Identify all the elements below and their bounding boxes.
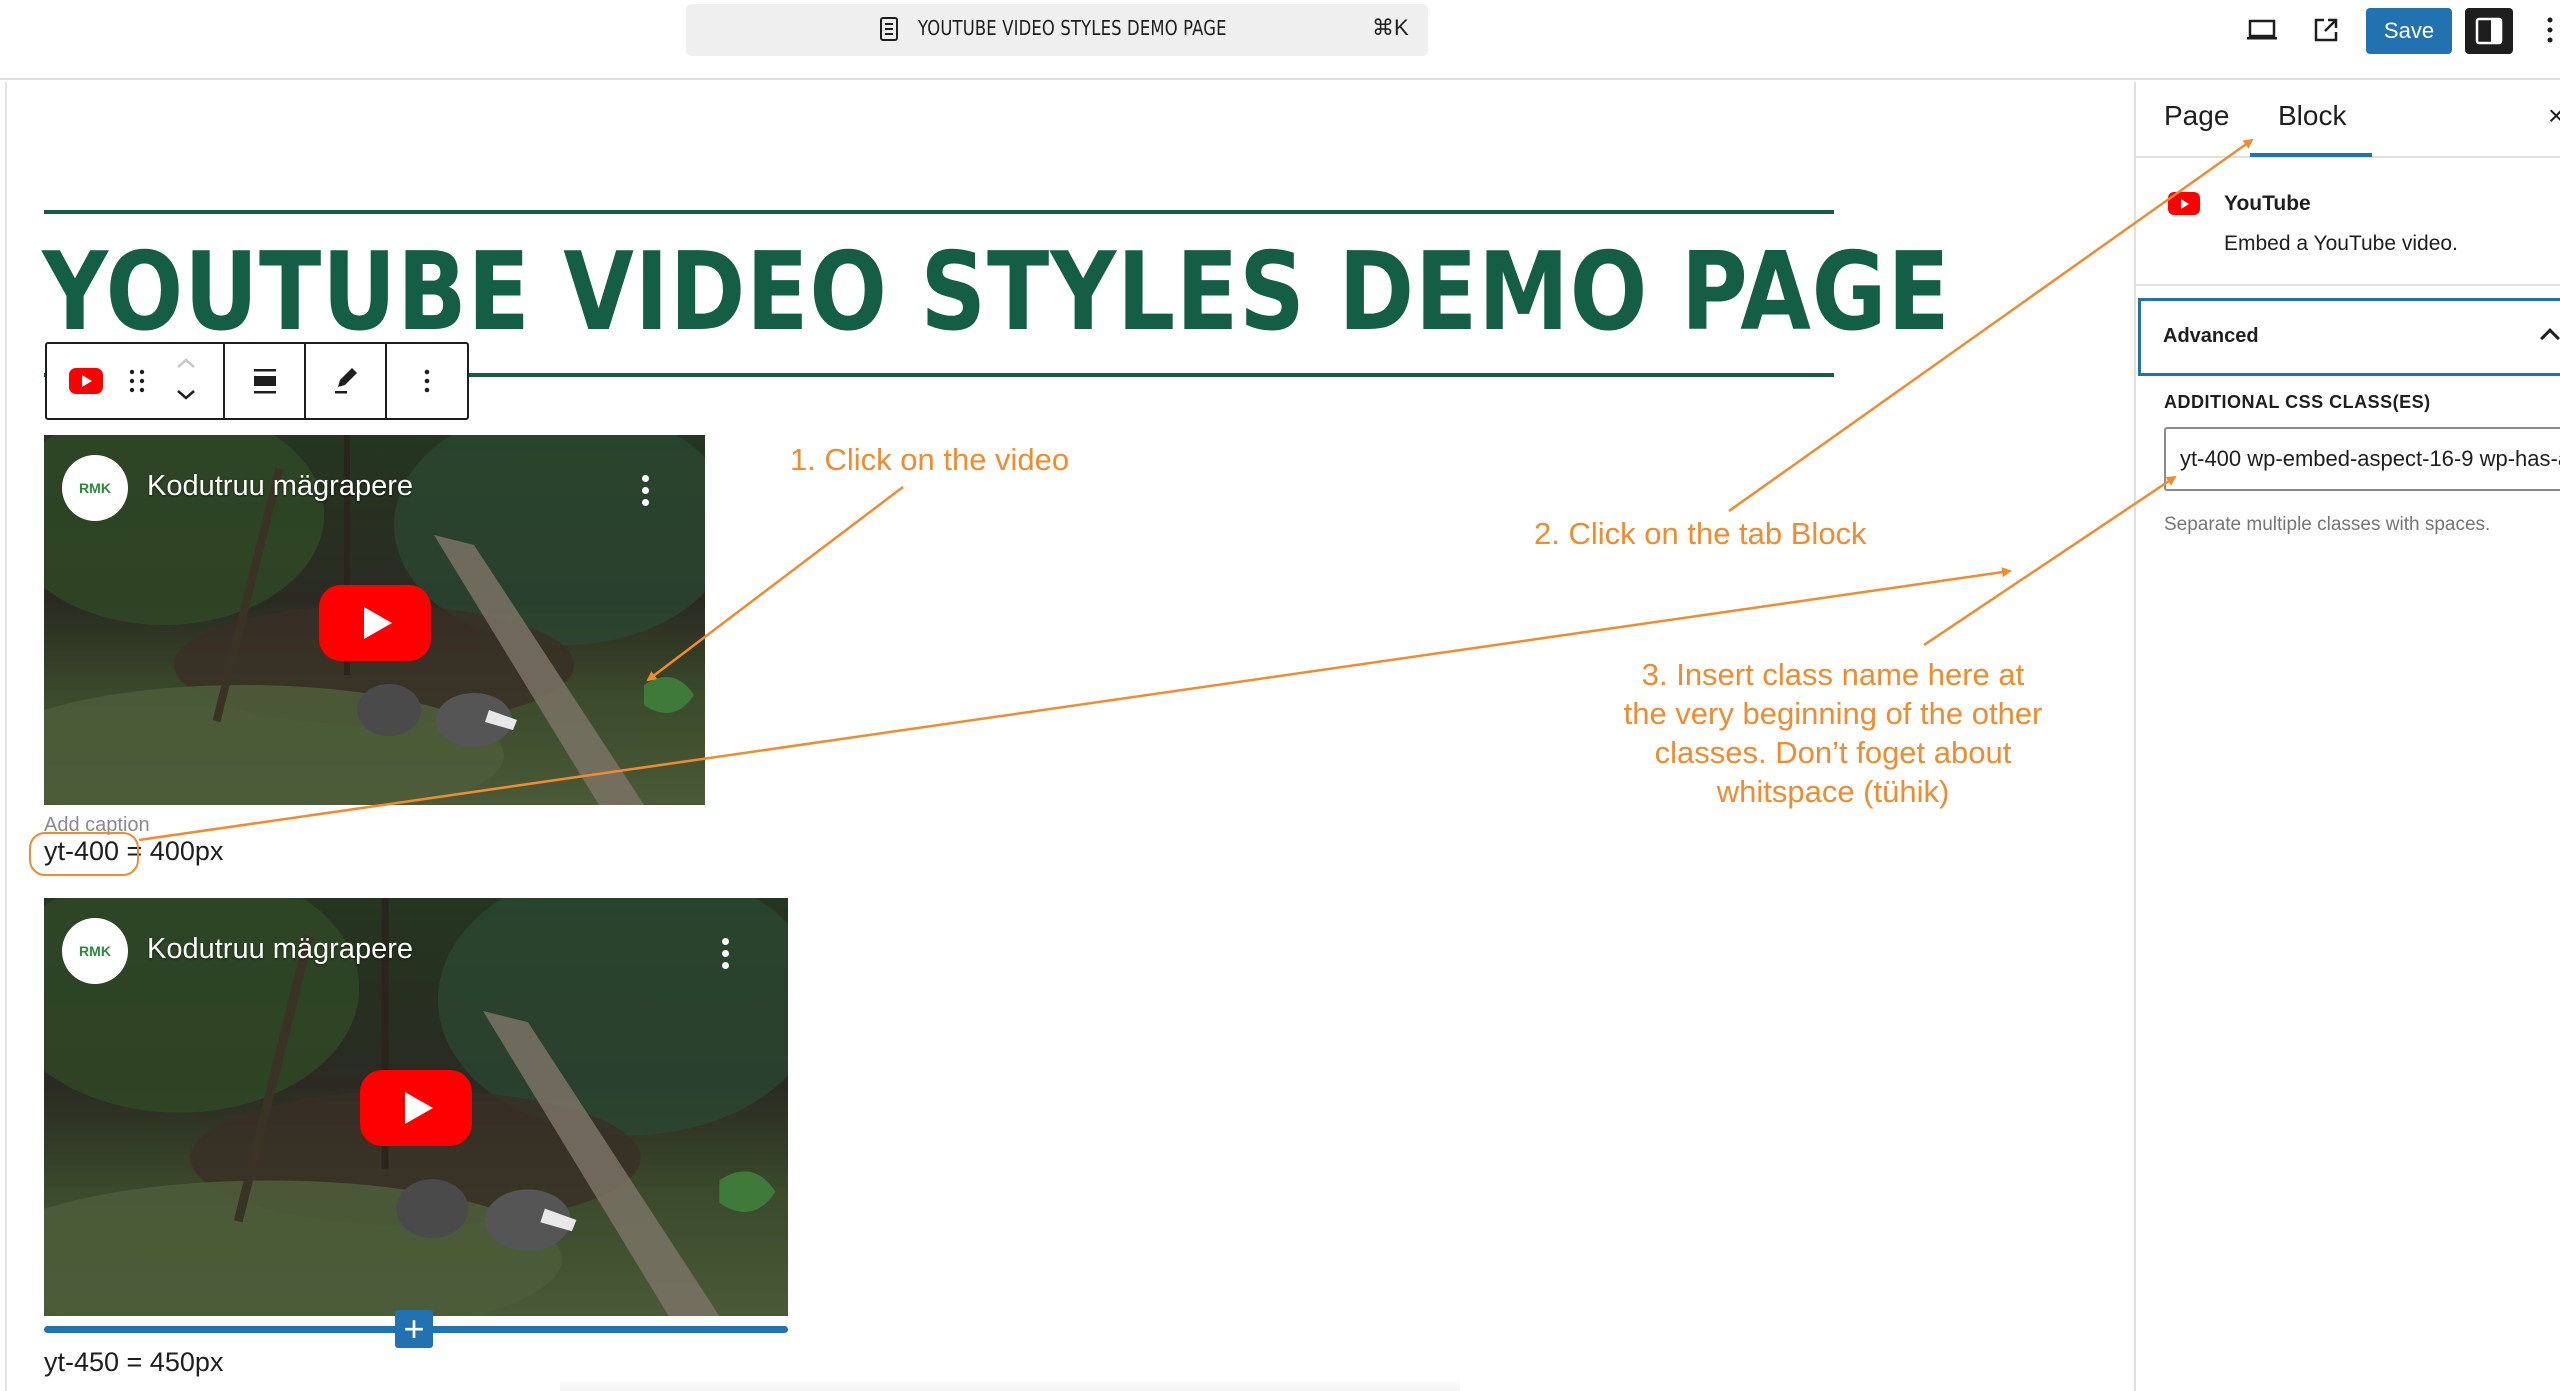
save-button[interactable]: Save [2366, 8, 2452, 54]
css-classes-input[interactable] [2164, 427, 2560, 491]
annotation-highlight-circle [29, 832, 139, 876]
page-title[interactable]: YOUTUBE VIDEO STYLES DEMO PAGE [42, 238, 1951, 348]
youtube-embed-video[interactable]: RMK Kodutruu mägrapere [44, 435, 705, 805]
block-name: YouTube [2224, 192, 2311, 215]
edit-url-icon[interactable] [306, 344, 387, 418]
more-options-icon[interactable] [2540, 12, 2560, 48]
css-classes-label: ADDITIONAL CSS CLASS(ES) [2164, 392, 2431, 412]
close-icon[interactable]: × [2548, 100, 2560, 132]
bottom-shadow [560, 1378, 1460, 1391]
youtube-embed-video-2[interactable]: RMK Kodutruu mägrapere [44, 898, 788, 1316]
yt450-label[interactable]: yt-450 = 450px [44, 1347, 223, 1378]
video-title[interactable]: Kodutruu mägrapere [147, 933, 413, 966]
video-menu-icon[interactable] [642, 475, 650, 511]
block-card: YouTube Embed a YouTube video. [2136, 160, 2560, 286]
desktop-preview-icon[interactable] [2242, 12, 2282, 48]
external-view-icon[interactable] [2306, 12, 2346, 48]
editor-header: YOUTUBE VIDEO STYLES DEMO PAGE ⌘K Save [0, 0, 2560, 80]
tab-block[interactable]: Block [2278, 100, 2346, 132]
annotation-step-3: 3. Insert class name here at the very be… [1623, 657, 2043, 809]
css-classes-help: Separate multiple classes with spaces. [2164, 514, 2491, 535]
move-down-icon[interactable] [175, 388, 197, 407]
annotation-step-1: 1. Click on the video [790, 442, 1070, 477]
drag-handle-icon[interactable] [129, 368, 145, 399]
advanced-panel-toggle[interactable]: Advanced [2138, 298, 2560, 376]
play-button-icon[interactable] [360, 1070, 472, 1146]
block-inserter-button[interactable]: + [395, 1310, 433, 1348]
youtube-icon [2168, 192, 2200, 215]
block-toolbar [45, 342, 469, 420]
settings-sidebar-icon[interactable] [2465, 8, 2513, 54]
play-button-icon[interactable] [319, 585, 431, 661]
document-title[interactable]: YOUTUBE VIDEO STYLES DEMO PAGE [918, 16, 1227, 40]
settings-sidebar: Page Block × YouTube Embed a YouTube vid… [2134, 82, 2560, 1391]
channel-logo-text: RMK [79, 480, 111, 496]
block-type-group [47, 344, 225, 418]
channel-logo[interactable]: RMK [62, 455, 128, 521]
video-menu-icon[interactable] [722, 938, 730, 974]
channel-logo[interactable]: RMK [62, 918, 128, 984]
active-tab-indicator [2250, 153, 2372, 157]
chevron-up-icon [2540, 328, 2560, 348]
move-up-icon[interactable] [175, 356, 197, 375]
channel-logo-text: RMK [79, 943, 111, 959]
video-title[interactable]: Kodutruu mägrapere [147, 470, 413, 503]
block-more-options-icon[interactable] [387, 344, 467, 418]
annotation-step-2: 2. Click on the tab Block [1534, 516, 1867, 551]
align-icon[interactable] [225, 344, 306, 418]
title-divider-top [44, 210, 1834, 214]
shortcut-hint: ⌘K [1372, 15, 1409, 40]
document-icon [880, 17, 898, 41]
tab-page[interactable]: Page [2164, 100, 2229, 132]
sidebar-tabs: Page Block × [2136, 82, 2560, 158]
youtube-block-icon[interactable] [69, 368, 103, 399]
canvas-border [5, 82, 7, 1391]
advanced-title: Advanced [2163, 325, 2259, 347]
block-description: Embed a YouTube video. [2224, 232, 2458, 255]
